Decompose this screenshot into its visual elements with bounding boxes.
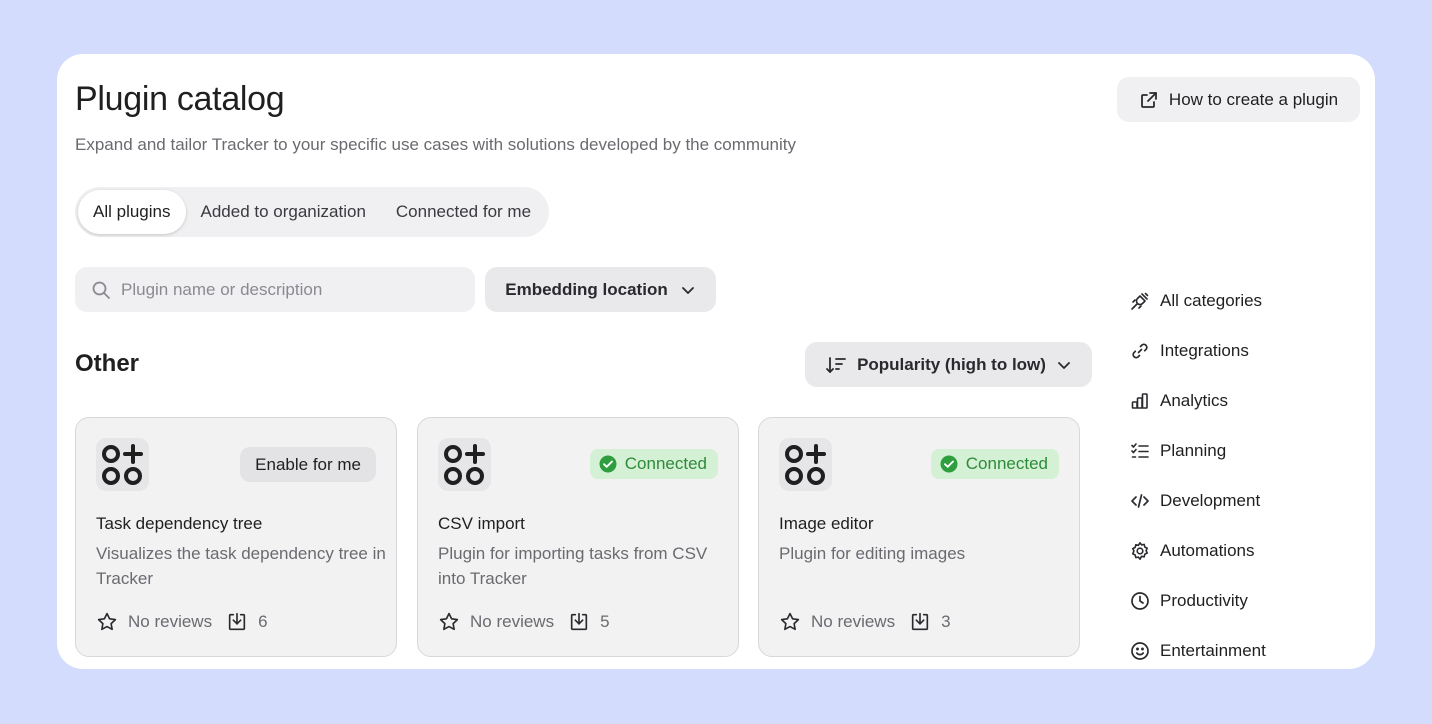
download-icon xyxy=(226,611,248,633)
section-title: Other xyxy=(75,350,140,377)
plugin-logo-icon xyxy=(779,438,832,491)
plugin-stats: No reviews 3 xyxy=(779,611,951,633)
smile-icon xyxy=(1130,641,1150,661)
plugin-description: Plugin for importing tasks from CSV into… xyxy=(438,544,708,588)
star-icon xyxy=(96,611,118,633)
code-icon xyxy=(1130,491,1150,511)
plugin-catalog-panel: Plugin catalog Expand and tailor Tracker… xyxy=(57,54,1375,669)
installs-count: 5 xyxy=(600,612,610,631)
connected-badge: Connected xyxy=(930,449,1059,479)
plugin-tabs: All plugins Added to organization Connec… xyxy=(75,187,550,237)
installs-stat: 5 xyxy=(568,611,610,633)
tab-added-to-organization[interactable]: Added to organization xyxy=(186,190,381,234)
category-integrations[interactable]: Integrations xyxy=(1130,326,1266,376)
category-label: Automations xyxy=(1160,541,1255,560)
plugin-card-csv-import[interactable]: Connected CSV import Plugin for importin… xyxy=(417,417,739,657)
plugin-card-task-dependency-tree[interactable]: Enable for me Task dependency tree Visua… xyxy=(75,417,397,657)
category-development[interactable]: Development xyxy=(1130,476,1266,526)
how-to-create-plugin-label: How to create a plugin xyxy=(1168,89,1339,109)
plug-icon xyxy=(1130,291,1150,311)
reviews-stat: No reviews xyxy=(438,611,554,633)
installs-stat: 3 xyxy=(909,611,951,633)
search-icon xyxy=(91,280,111,300)
page-title: Plugin catalog xyxy=(75,80,285,118)
installs-count: 6 xyxy=(258,612,268,631)
plugin-name: Task dependency tree xyxy=(96,514,263,533)
reviews-stat: No reviews xyxy=(779,611,895,633)
category-label: Planning xyxy=(1160,441,1227,460)
category-automations[interactable]: Automations xyxy=(1130,526,1266,576)
installs-count: 3 xyxy=(941,612,951,631)
checklist-icon xyxy=(1130,441,1150,461)
connected-badge: Connected xyxy=(589,449,718,479)
category-analytics[interactable]: Analytics xyxy=(1130,376,1266,426)
category-planning[interactable]: Planning xyxy=(1130,426,1266,476)
category-label: Analytics xyxy=(1160,391,1229,410)
clock-icon xyxy=(1130,591,1150,611)
category-label: All categories xyxy=(1160,291,1263,310)
category-label: Development xyxy=(1160,491,1261,510)
download-icon xyxy=(909,611,931,633)
check-circle-icon xyxy=(599,455,617,473)
category-all-categories[interactable]: All categories xyxy=(1130,276,1266,326)
bar-chart-icon xyxy=(1130,391,1150,411)
plugin-name: CSV import xyxy=(438,514,525,533)
category-label: Integrations xyxy=(1160,341,1249,360)
connected-label: Connected xyxy=(624,454,707,473)
chevron-down-icon xyxy=(1056,357,1072,373)
reviews-label: No reviews xyxy=(470,612,555,631)
connected-label: Connected xyxy=(965,454,1048,473)
plugin-card-image-editor[interactable]: Connected Image editor Plugin for editin… xyxy=(758,417,1080,657)
check-circle-icon xyxy=(940,455,958,473)
sort-label: Popularity (high to low) xyxy=(857,354,1046,374)
search-input[interactable] xyxy=(121,279,461,300)
embedding-location-dropdown[interactable]: Embedding location xyxy=(485,267,716,312)
download-icon xyxy=(568,611,590,633)
embedding-location-label: Embedding location xyxy=(505,279,668,299)
search-box xyxy=(75,267,475,312)
reviews-label: No reviews xyxy=(811,612,896,631)
tab-all-plugins[interactable]: All plugins xyxy=(78,190,186,234)
installs-stat: 6 xyxy=(226,611,268,633)
plugin-description: Plugin for editing images xyxy=(779,544,966,563)
page-subtitle: Expand and tailor Tracker to your specif… xyxy=(75,135,796,154)
reviews-label: No reviews xyxy=(128,612,213,631)
reviews-stat: No reviews xyxy=(96,611,212,633)
star-icon xyxy=(438,611,460,633)
category-label: Entertainment xyxy=(1160,641,1266,660)
link-icon xyxy=(1130,341,1150,361)
plugin-description: Visualizes the task dependency tree in T… xyxy=(96,544,386,588)
sort-dropdown[interactable]: Popularity (high to low) xyxy=(805,342,1092,387)
category-productivity[interactable]: Productivity xyxy=(1130,576,1266,626)
plugin-stats: No reviews 5 xyxy=(438,611,610,633)
plugin-logo-icon xyxy=(438,438,491,491)
plugin-logo-icon xyxy=(96,438,149,491)
chevron-down-icon xyxy=(680,282,696,298)
how-to-create-plugin-button[interactable]: How to create a plugin xyxy=(1117,77,1360,122)
tab-connected-for-me[interactable]: Connected for me xyxy=(381,190,546,234)
category-label: Productivity xyxy=(1160,591,1248,610)
gear-icon xyxy=(1130,541,1150,561)
plugin-stats: No reviews 6 xyxy=(96,611,268,633)
star-icon xyxy=(779,611,801,633)
enable-for-me-button[interactable]: Enable for me xyxy=(240,447,376,482)
plugin-name: Image editor xyxy=(779,514,874,533)
category-list: All categories Integrations Analytics Pl… xyxy=(1130,276,1266,669)
external-link-icon xyxy=(1139,90,1159,110)
category-entertainment[interactable]: Entertainment xyxy=(1130,626,1266,669)
sort-icon xyxy=(825,355,847,375)
